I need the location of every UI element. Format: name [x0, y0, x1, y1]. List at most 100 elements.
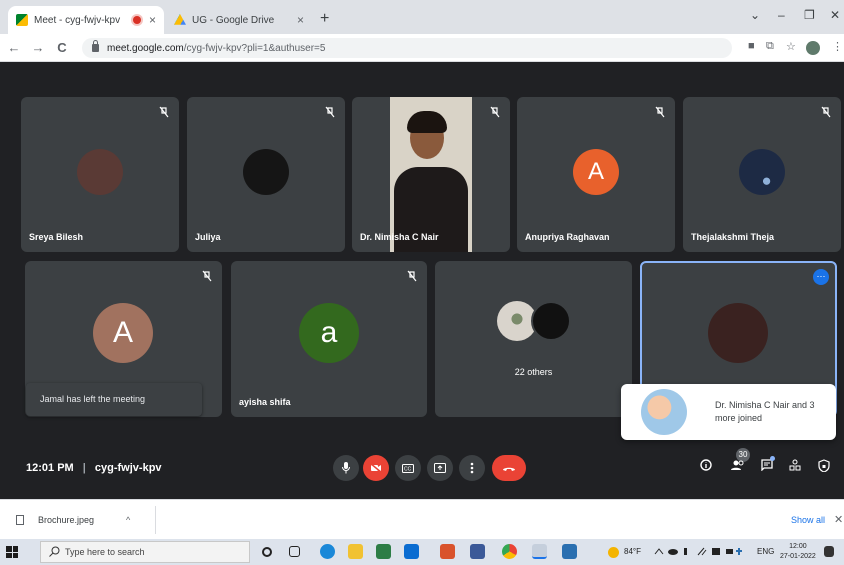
cortana-icon[interactable]	[262, 547, 272, 557]
participant-tile[interactable]: Thejalakshmi Theja	[683, 97, 841, 252]
system-tray-icons[interactable]	[654, 547, 749, 558]
close-download-bar-icon[interactable]: ✕	[834, 513, 843, 526]
system-clock[interactable]: 12:00 27-01-2022	[780, 542, 816, 562]
browser-tab-strip: Meet - cyg-fwjv-kpv × UG - Google Drive …	[0, 0, 844, 34]
windows-start-icon[interactable]	[6, 546, 18, 558]
search-placeholder: Type here to search	[65, 547, 145, 557]
show-all-downloads-link[interactable]: Show all	[791, 515, 825, 525]
meeting-details-icon[interactable]	[700, 459, 712, 474]
minimize-button[interactable]: –	[778, 8, 785, 22]
chrome-icon[interactable]	[502, 544, 517, 559]
edge-icon[interactable]	[320, 544, 335, 559]
leave-call-button[interactable]	[492, 455, 526, 481]
browser-toolbar: ← → C meet.google.com /cyg-fwjv-kpv?pli=…	[0, 34, 844, 62]
camera-off-icon	[370, 463, 382, 473]
close-tab-button[interactable]: ×	[297, 13, 304, 27]
participant-tile[interactable]: a ayisha shifa	[231, 261, 427, 417]
avatar: A	[573, 149, 619, 195]
close-tab-button[interactable]: ×	[149, 13, 156, 27]
microphone-button[interactable]	[333, 455, 359, 481]
avatar: A	[93, 303, 153, 363]
captions-button[interactable]: CC	[395, 455, 421, 481]
share-icon[interactable]: ⧉	[766, 40, 774, 53]
tab-drive[interactable]: UG - Google Drive ×	[166, 6, 312, 34]
participant-photo	[641, 389, 687, 435]
forward-button[interactable]: →	[28, 40, 48, 55]
weather-icon	[608, 547, 619, 558]
tab-search-button[interactable]: ⌄	[750, 8, 760, 22]
new-tab-button[interactable]: +	[320, 10, 329, 28]
file-icon	[16, 515, 24, 525]
mic-off-icon	[159, 105, 169, 118]
meeting-time: 12:01 PM	[26, 462, 74, 474]
download-item[interactable]: Brochure.jpeg ^	[10, 506, 156, 534]
more-options-button[interactable]: ⋯	[813, 269, 829, 285]
participant-tile[interactable]: Sreya Bilesh	[21, 97, 179, 252]
url-host: meet.google.com	[107, 42, 184, 54]
task-view-icon[interactable]	[289, 546, 300, 557]
taskbar-search-box[interactable]: Type here to search	[40, 541, 250, 563]
avatar	[708, 303, 768, 363]
meet-icon	[16, 14, 28, 26]
avatar	[739, 149, 785, 195]
browser-menu-icon[interactable]: ⋮	[832, 40, 843, 53]
camera-in-use-icon[interactable]: ■	[748, 40, 755, 52]
participant-tile[interactable]: A Anupriya Raghavan	[517, 97, 675, 252]
address-bar[interactable]: meet.google.com /cyg-fwjv-kpv?pli=1&auth…	[82, 38, 732, 58]
tab-title: Meet - cyg-fwjv-kpv	[34, 14, 121, 26]
participant-name: Sreya Bilesh	[29, 232, 84, 242]
camera-off-button[interactable]	[363, 455, 389, 481]
tab-meet[interactable]: Meet - cyg-fwjv-kpv ×	[8, 6, 164, 34]
svg-text:CC: CC	[404, 466, 412, 472]
joined-notification[interactable]: Dr. Nimisha C Nair and 3 more joined	[621, 384, 836, 440]
hangup-icon	[503, 467, 515, 471]
bookmark-star-icon[interactable]: ☆	[786, 40, 796, 53]
back-button[interactable]: ←	[4, 40, 24, 55]
search-icon	[49, 546, 60, 559]
more-options-menu-button[interactable]	[459, 455, 485, 481]
input-language[interactable]: ENG	[757, 547, 774, 556]
download-bar: Brochure.jpeg ^ Show all ✕	[0, 499, 844, 539]
mail-icon[interactable]	[404, 544, 419, 559]
chat-icon[interactable]	[761, 459, 773, 474]
photos-icon[interactable]	[562, 544, 577, 559]
maximize-button[interactable]: ❐	[804, 8, 815, 22]
participant-tile[interactable]: Juliya	[187, 97, 345, 252]
powerpoint-icon[interactable]	[440, 544, 455, 559]
activities-icon[interactable]	[789, 459, 801, 474]
tab-title: UG - Google Drive	[192, 14, 275, 26]
app-icon[interactable]	[470, 544, 485, 559]
more-vert-icon	[470, 462, 474, 474]
participant-name: Dr. Nimisha C Nair	[360, 232, 439, 242]
download-filename: Brochure.jpeg	[38, 515, 95, 525]
avatar	[243, 149, 289, 195]
people-icon[interactable]	[731, 459, 745, 474]
lock-icon	[92, 40, 99, 52]
store-icon[interactable]	[376, 544, 391, 559]
chrome-active-icon[interactable]	[532, 544, 547, 559]
mic-icon	[342, 462, 350, 474]
host-controls-icon[interactable]	[818, 459, 830, 475]
profile-avatar[interactable]	[806, 41, 820, 55]
mic-off-icon	[202, 269, 212, 282]
clock-date: 27-01-2022	[780, 553, 816, 560]
recording-icon	[132, 16, 141, 24]
participant-name: ayisha shifa	[239, 397, 291, 407]
avatar	[77, 149, 123, 195]
participant-tile-video[interactable]: Dr. Nimisha C Nair	[352, 97, 510, 252]
reload-button[interactable]: C	[52, 40, 72, 55]
others-tile[interactable]: 22 others	[435, 261, 632, 417]
temperature[interactable]: 84°F	[624, 547, 641, 556]
windows-taskbar: Type here to search 84°F ENG 12:00 27-01…	[0, 539, 844, 565]
close-window-button[interactable]: ✕	[830, 8, 840, 22]
present-screen-button[interactable]	[427, 455, 453, 481]
mic-off-icon	[407, 269, 417, 282]
avatar	[531, 301, 571, 341]
url-path: /cyg-fwjv-kpv?pli=1&authuser=5	[183, 42, 326, 54]
file-explorer-icon[interactable]	[348, 544, 363, 559]
chevron-up-icon[interactable]: ^	[126, 515, 130, 525]
notification-center-icon[interactable]	[824, 546, 834, 557]
drive-icon	[174, 14, 186, 25]
joined-text: Dr. Nimisha C Nair and 3 more joined	[715, 400, 815, 423]
avatar: a	[299, 303, 359, 363]
